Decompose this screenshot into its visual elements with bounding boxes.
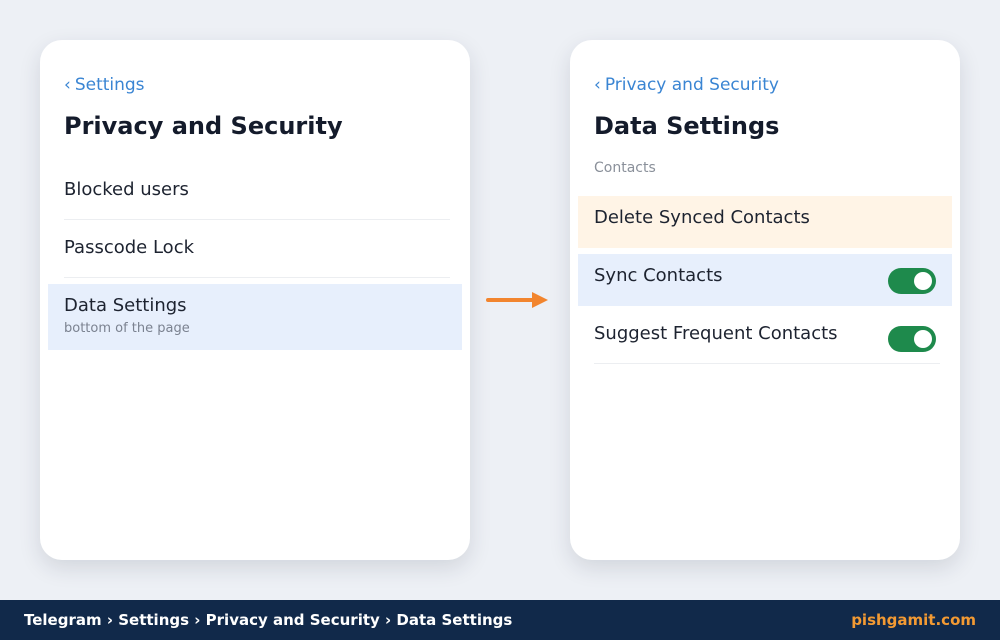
footer-bar: Telegram › Settings › Privacy and Securi… <box>0 600 1000 640</box>
toggle-knob <box>914 272 932 290</box>
suggest-frequent-contacts-item[interactable]: Suggest Frequent Contacts <box>578 312 952 364</box>
privacy-security-screen: ‹ Settings Privacy and Security Blocked u… <box>40 40 470 560</box>
divider <box>64 219 450 220</box>
passcode-lock-item[interactable]: Passcode Lock <box>48 224 462 278</box>
breadcrumb: Telegram › Settings › Privacy and Securi… <box>24 611 513 629</box>
sync-contacts-item[interactable]: Sync Contacts <box>578 254 952 306</box>
data-settings-hint: bottom of the page <box>64 321 190 336</box>
passcode-lock-label: Passcode Lock <box>64 237 195 258</box>
back-link-label: Privacy and Security <box>604 75 779 95</box>
divider <box>64 277 450 278</box>
page-title: Data Settings <box>594 112 780 140</box>
blocked-users-item[interactable]: Blocked users <box>48 166 462 220</box>
page-title: Privacy and Security <box>64 112 343 140</box>
blocked-users-label: Blocked users <box>64 179 189 200</box>
sync-contacts-toggle[interactable] <box>888 268 936 294</box>
brand-name: pishgamit.com <box>851 611 976 629</box>
delete-synced-contacts-item[interactable]: Delete Synced Contacts <box>578 196 952 248</box>
divider <box>594 363 940 364</box>
chevron-left-icon: ‹ <box>64 75 71 95</box>
back-to-settings-link[interactable]: ‹ Settings <box>64 75 145 95</box>
chevron-left-icon: ‹ <box>594 75 601 95</box>
data-settings-label: Data Settings <box>64 295 187 316</box>
toggle-knob <box>914 330 932 348</box>
sync-contacts-label: Sync Contacts <box>594 265 723 286</box>
back-to-privacy-link[interactable]: ‹ Privacy and Security <box>594 75 779 95</box>
arrow-right-icon <box>486 292 548 308</box>
delete-synced-contacts-label: Delete Synced Contacts <box>594 207 810 228</box>
suggest-frequent-contacts-toggle[interactable] <box>888 326 936 352</box>
data-settings-screen: ‹ Privacy and Security Data Settings Cont… <box>570 40 960 560</box>
data-settings-item[interactable]: Data Settings bottom of the page <box>48 284 462 350</box>
suggest-frequent-contacts-label: Suggest Frequent Contacts <box>594 323 838 344</box>
section-label-contacts: Contacts <box>594 160 656 176</box>
back-link-label: Settings <box>74 75 145 95</box>
